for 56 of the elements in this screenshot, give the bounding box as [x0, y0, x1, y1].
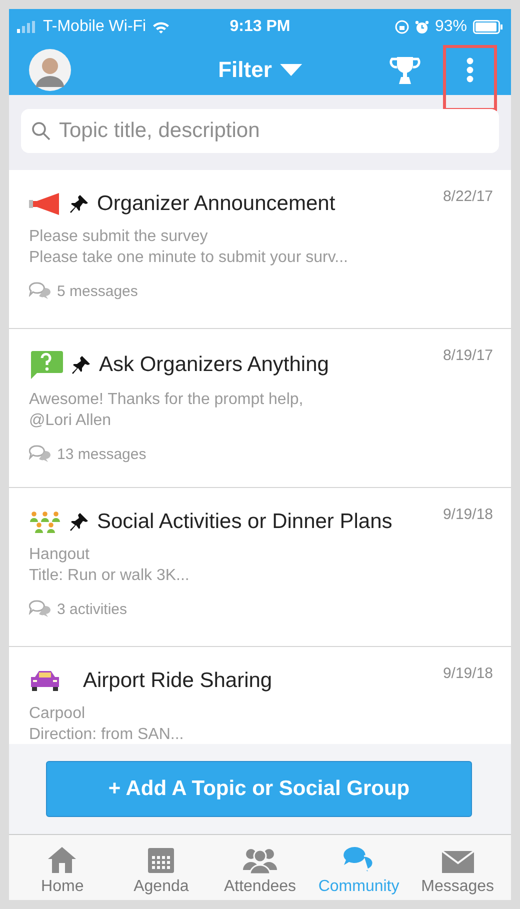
tab[interactable]: Messages — [408, 835, 507, 900]
signal-icon — [17, 21, 37, 33]
carrier: T-Mobile Wi-Fi — [43, 18, 146, 36]
topic-preview: Awesome! Thanks for the prompt help, — [29, 390, 304, 410]
topic-row[interactable]: Airport Ride Sharing 9/19/18 Carpool Direction: from SAN... — [9, 647, 511, 744]
envelope-icon — [440, 850, 475, 874]
topic-count: 5 messages — [57, 282, 138, 300]
clock: 9:13 PM — [230, 18, 290, 36]
battery-icon — [473, 20, 503, 34]
trophy-icon[interactable] — [389, 54, 421, 86]
topic-preview: Carpool — [29, 704, 86, 724]
calendar-icon — [147, 846, 176, 874]
topic-title: Social Activities or Dinner Plans — [97, 510, 394, 534]
tab[interactable]: Community — [309, 835, 408, 900]
battery-percent: 93% — [434, 18, 467, 36]
alarm-icon — [414, 20, 429, 34]
topic-title: Organizer Announcement — [97, 192, 336, 216]
topic-count: 13 messages — [57, 446, 146, 462]
wifi-icon — [152, 20, 170, 34]
tab[interactable]: Agenda — [112, 835, 211, 900]
topic-preview: Hangout — [29, 545, 90, 565]
rotation-lock-icon — [394, 20, 409, 34]
topic-title: Ask Organizers Anything — [99, 353, 330, 377]
group-icon — [29, 510, 61, 534]
topic-preview: Please submit the survey — [29, 227, 209, 247]
chat-bubbles-icon — [342, 846, 375, 874]
search-field[interactable]: Topic title, description — [21, 109, 499, 153]
topic-preview: @Lori Allen — [29, 411, 112, 431]
topic-preview: Title: Run or walk 3K... — [29, 566, 190, 586]
more-icon — [466, 57, 474, 83]
topic-row[interactable]: Ask Organizers Anything 8/19/17 Awesome! Thanks for the prompt help, @Lori Allen 13 messages — [9, 329, 511, 488]
people-icon — [242, 846, 278, 874]
caret-icon — [280, 64, 302, 76]
chat-bubbles-icon — [29, 600, 51, 618]
add-topic-button[interactable]: + Add A Topic or Social Group — [46, 761, 472, 817]
avatar[interactable] — [29, 49, 71, 91]
chat-bubbles-icon — [29, 445, 51, 463]
home-icon — [47, 846, 78, 874]
megaphone-icon — [29, 192, 61, 216]
car-icon — [29, 669, 61, 693]
topic-row[interactable]: Social Activities or Dinner Plans 9/19/18 Hangout Title: Run or walk 3K... 3 activities — [9, 488, 511, 647]
question-bubble-icon — [29, 351, 63, 379]
topic-title: Airport Ride Sharing — [83, 669, 274, 693]
tab[interactable]: Home — [13, 835, 112, 900]
filter-dropdown[interactable]: Filter — [214, 53, 306, 87]
tab[interactable]: Attendees — [210, 835, 310, 900]
topic-count: 3 activities — [57, 600, 128, 618]
topic-preview: Please take one minute to submit your surv... — [29, 248, 349, 268]
topic-date: 9/19/18 — [442, 665, 493, 682]
topic-row[interactable]: Organizer Announcement 8/22/17 Please submit the survey Please take one minute to submit your surv... 5 messages — [9, 170, 511, 329]
search-icon — [31, 121, 51, 141]
chat-bubbles-icon — [29, 282, 51, 300]
topic-preview: Direction: from SAN... — [29, 725, 185, 744]
topic-date: 9/19/18 — [442, 506, 493, 523]
topic-date: 8/19/17 — [442, 347, 493, 364]
topic-date: 8/22/17 — [442, 188, 493, 205]
